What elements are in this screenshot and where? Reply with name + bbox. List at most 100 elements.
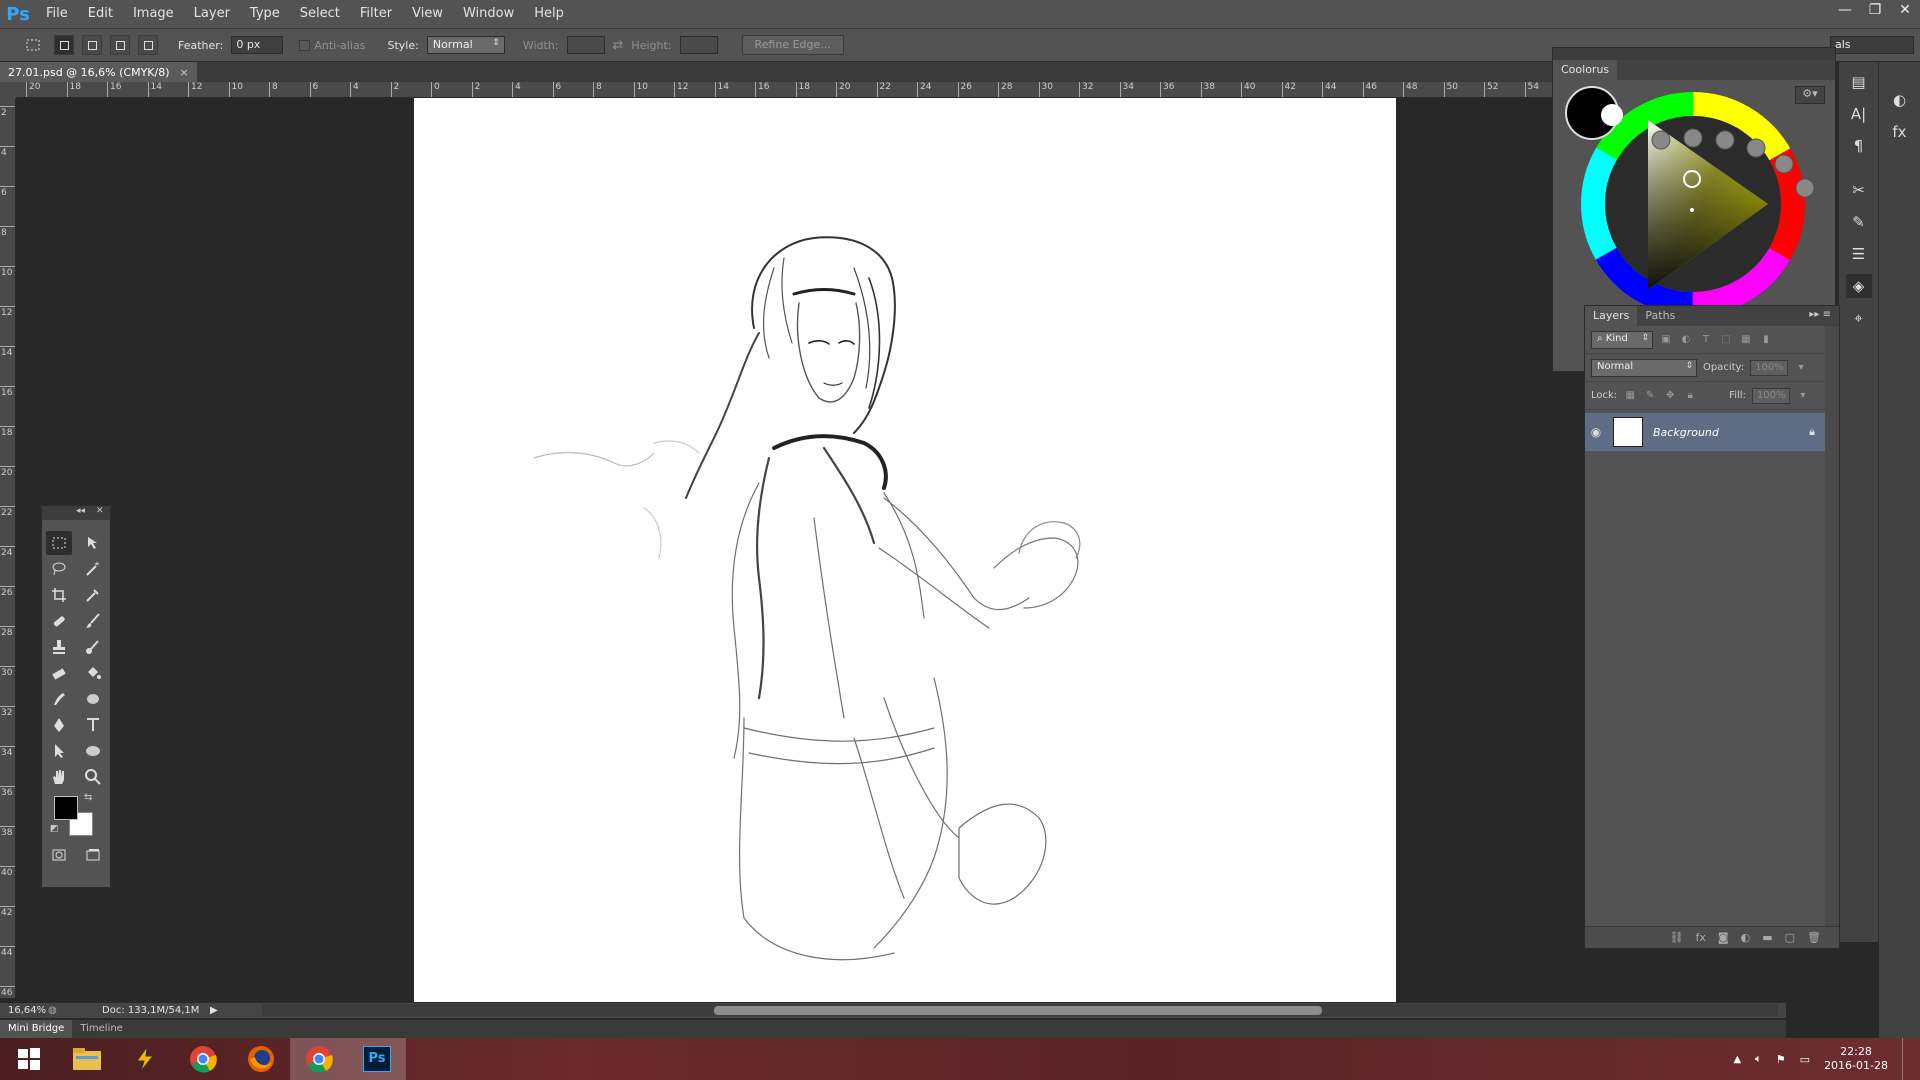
close-panel-icon[interactable]: ✕	[96, 506, 104, 516]
type-filter-icon[interactable]: T	[1699, 333, 1713, 347]
adjustments-panel-icon[interactable]: ☰	[1846, 242, 1872, 266]
layer-name[interactable]: Background	[1653, 426, 1809, 439]
taskbar-photoshop[interactable]: Ps	[348, 1038, 406, 1080]
horizontal-scrollbar[interactable]	[262, 1004, 1778, 1016]
history-brush-tool[interactable]	[80, 635, 106, 659]
type-tool[interactable]	[80, 713, 106, 737]
menu-filter[interactable]: Filter	[350, 0, 402, 28]
menu-select[interactable]: Select	[290, 0, 350, 28]
adjustment-icon[interactable]: ◐	[1741, 931, 1751, 944]
filter-toggle-icon[interactable]: ▮	[1759, 333, 1773, 347]
network-icon[interactable]: ▭	[1800, 1053, 1810, 1066]
path-selection-tool[interactable]	[46, 739, 72, 763]
chevron-down-icon[interactable]: ▾	[1794, 361, 1808, 375]
pen-tool[interactable]	[46, 713, 72, 737]
history-panel-icon[interactable]: ▤	[1846, 70, 1872, 94]
tab-mini-bridge[interactable]: Mini Bridge	[0, 1020, 73, 1038]
menu-window[interactable]: Window	[453, 0, 524, 28]
smudge-tool[interactable]	[46, 687, 72, 711]
color-picker-dot[interactable]	[1690, 208, 1694, 212]
status-info-icon[interactable]: ◍	[48, 1005, 62, 1016]
layers-panel-icon[interactable]: ◈	[1845, 274, 1872, 298]
coolorus-tab[interactable]: Coolorus	[1553, 60, 1618, 80]
foreground-color-swatch[interactable]	[54, 796, 78, 820]
styles-panel-icon[interactable]: fx	[1887, 120, 1913, 144]
style-select[interactable]: Normal	[426, 36, 505, 54]
brush-presets-icon[interactable]: ✎	[1846, 210, 1872, 234]
magic-wand-tool[interactable]	[80, 557, 106, 581]
show-desktop-button[interactable]	[1902, 1038, 1908, 1080]
eyedropper-tool[interactable]	[80, 583, 106, 607]
taskbar-chrome[interactable]	[174, 1038, 232, 1080]
color-panel-icon[interactable]: ◐	[1887, 88, 1913, 112]
taskbar-file-explorer[interactable]	[58, 1038, 116, 1080]
menu-layer[interactable]: Layer	[184, 0, 240, 28]
swap-dimensions-icon[interactable]: ⇄	[613, 38, 624, 53]
menu-type[interactable]: Type	[240, 0, 290, 28]
layer-row-background[interactable]: ◉ Background 🔒︎	[1585, 413, 1825, 451]
menu-help[interactable]: Help	[524, 0, 574, 28]
ellipse-tool[interactable]	[80, 739, 106, 763]
close-window-button[interactable]: ✕	[1890, 0, 1920, 20]
ruler-origin[interactable]	[0, 82, 16, 98]
move-tool[interactable]	[80, 531, 106, 555]
chevron-down-icon[interactable]: ▾	[1796, 389, 1810, 403]
shape-filter-icon[interactable]: ⬚	[1719, 333, 1733, 347]
paint-bucket-tool[interactable]	[80, 661, 106, 685]
subtract-selection-button[interactable]	[110, 35, 130, 55]
vertical-ruler[interactable]: 2 4 6 8 10 12 14 16 18 20 22 24 26 28 30 32 34 36 38 40 42 44…	[0, 98, 16, 998]
scroll-thumb[interactable]	[714, 1006, 1322, 1015]
tray-chevron-icon[interactable]: ▲	[1733, 1054, 1741, 1065]
character-panel-icon[interactable]: A|	[1846, 102, 1872, 126]
coolorus-background-swatch[interactable]	[1601, 104, 1623, 126]
default-colors-icon[interactable]: ◩	[50, 824, 59, 834]
trash-icon[interactable]: 🗑︎	[1807, 931, 1821, 944]
document-canvas[interactable]	[414, 98, 1396, 1002]
menu-image[interactable]: Image	[123, 0, 184, 28]
eye-icon[interactable]: ◉	[1585, 425, 1607, 439]
horizontal-ruler[interactable]: 20 18 16 14 12 10 8 6 4 2 0 2 4 6 8 10 12 14 16 18 20 22 24 26 2…	[16, 82, 1552, 98]
new-selection-button[interactable]	[54, 35, 74, 55]
paths-panel-icon[interactable]: ⌖	[1846, 306, 1872, 330]
taskbar-app-winamp[interactable]	[116, 1038, 174, 1080]
zoom-level[interactable]: 16,64%	[0, 1005, 48, 1016]
screen-mode-button[interactable]	[80, 843, 106, 867]
restore-button[interactable]: ❐	[1860, 0, 1890, 20]
close-document-icon[interactable]: ×	[180, 66, 189, 79]
lock-position-icon[interactable]: ✥	[1663, 389, 1677, 403]
minimize-button[interactable]: —	[1830, 0, 1860, 20]
feather-input[interactable]: 0 px	[231, 36, 284, 54]
smart-object-filter-icon[interactable]: ▦	[1739, 333, 1753, 347]
folder-icon[interactable]: ▬	[1762, 931, 1772, 944]
menu-file[interactable]: File	[36, 0, 78, 28]
collapse-panel-icon[interactable]: ◂◂	[76, 506, 85, 516]
marquee-preset-picker[interactable]	[20, 33, 46, 57]
swap-colors-icon[interactable]: ⇆	[84, 792, 92, 803]
tab-paths[interactable]: Paths	[1637, 306, 1683, 326]
document-tab[interactable]: 27.01.psd @ 16,6% (CMYK/8) ×	[0, 62, 197, 82]
filter-kind-select[interactable]: ⌕ Kind	[1591, 330, 1653, 349]
add-selection-button[interactable]	[82, 35, 102, 55]
lock-transparent-icon[interactable]: ▦	[1623, 389, 1637, 403]
intersect-selection-button[interactable]	[138, 35, 158, 55]
clone-stamp-tool[interactable]	[46, 635, 72, 659]
brush-tool[interactable]	[80, 609, 106, 633]
taskbar-firefox[interactable]	[232, 1038, 290, 1080]
lock-pixels-icon[interactable]: ✎	[1643, 389, 1657, 403]
flag-icon[interactable]: ⚑	[1776, 1053, 1786, 1066]
blend-mode-select[interactable]: Normal	[1591, 358, 1697, 377]
start-button[interactable]	[0, 1038, 58, 1080]
sponge-tool[interactable]	[80, 687, 106, 711]
tool-presets-icon[interactable]: ✂	[1846, 178, 1872, 202]
paragraph-panel-icon[interactable]: ¶	[1846, 134, 1872, 158]
layers-scrollbar[interactable]	[1825, 326, 1839, 926]
menu-view[interactable]: View	[402, 0, 453, 28]
hand-tool[interactable]	[46, 765, 72, 789]
adjustment-filter-icon[interactable]: ◐	[1679, 333, 1693, 347]
tab-timeline[interactable]: Timeline	[72, 1020, 131, 1038]
tools-panel-header[interactable]: ◂◂ ✕	[42, 506, 110, 520]
eraser-tool[interactable]	[46, 661, 72, 685]
workspace-select[interactable]: als	[1830, 36, 1914, 54]
antialias-checkbox[interactable]: Anti-alias	[299, 39, 366, 52]
width-input[interactable]	[566, 36, 605, 54]
